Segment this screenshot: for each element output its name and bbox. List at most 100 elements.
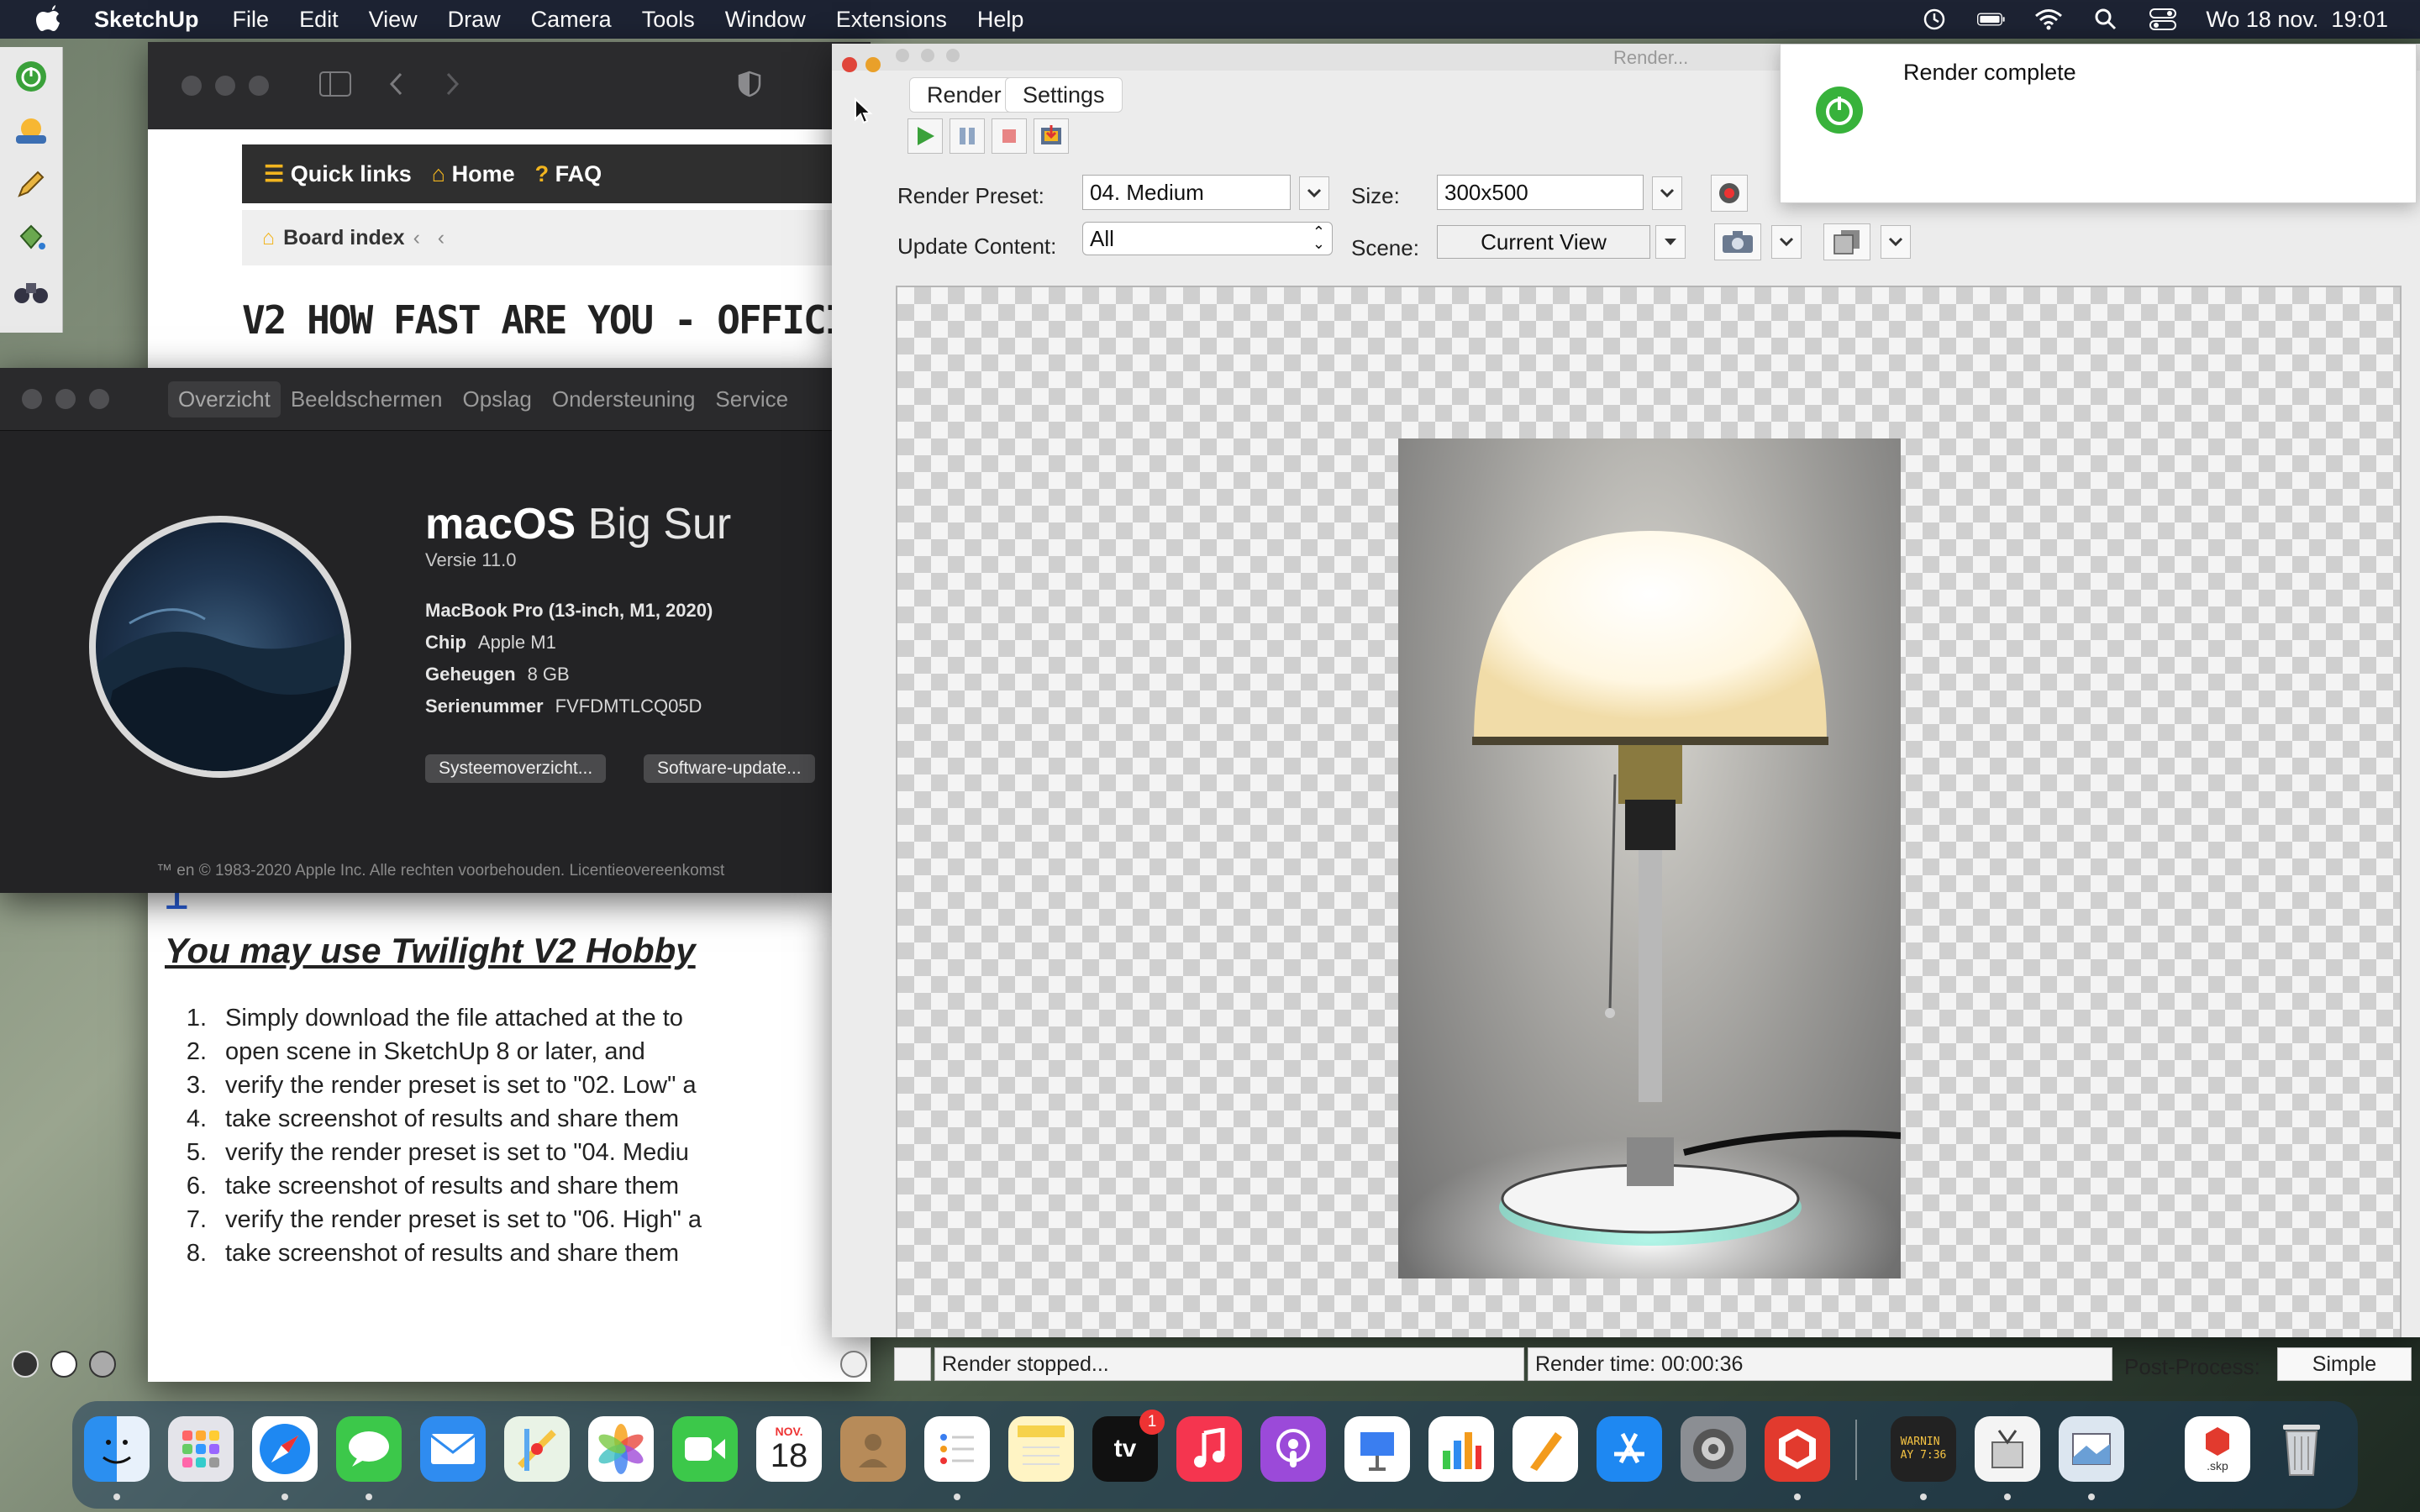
render-close-button[interactable]: [842, 57, 857, 72]
notes-icon[interactable]: [1008, 1416, 1074, 1482]
app-store-icon[interactable]: [1597, 1416, 1662, 1482]
console-icon[interactable]: WARNIN AY 7:36: [1891, 1416, 1956, 1482]
back-arrow-icon[interactable]: [388, 71, 405, 101]
music-icon[interactable]: [1176, 1416, 1242, 1482]
menubar-clock[interactable]: Wo 18 nov. 19:01: [2206, 7, 2388, 33]
camera-dropdown[interactable]: [1771, 225, 1802, 259]
sun-settings-icon[interactable]: [8, 108, 54, 153]
render-minimize-button[interactable]: [865, 57, 881, 72]
scene-field[interactable]: Current View: [1437, 225, 1650, 259]
messages-icon[interactable]: [336, 1416, 402, 1482]
photos-icon[interactable]: [588, 1416, 654, 1482]
software-update-button[interactable]: Software-update...: [644, 754, 815, 783]
menu-extensions[interactable]: Extensions: [836, 7, 947, 33]
tab-ondersteuning[interactable]: Ondersteuning: [542, 381, 706, 417]
finder-icon[interactable]: [84, 1416, 150, 1482]
render-region-icon[interactable]: [1711, 175, 1748, 212]
system-report-button[interactable]: Systeemoverzicht...: [425, 754, 607, 783]
inner-close-button[interactable]: [896, 49, 909, 62]
privacy-shield-icon[interactable]: [738, 71, 761, 102]
user-account-icon[interactable]: [89, 1351, 116, 1378]
copy-view-dropdown[interactable]: [1881, 225, 1911, 259]
render-preset-dropdown[interactable]: [1299, 176, 1329, 210]
menu-app-name[interactable]: SketchUp: [94, 7, 199, 33]
post-process-select[interactable]: Simple: [2277, 1347, 2412, 1381]
launchpad-icon[interactable]: [168, 1416, 234, 1482]
faq-link[interactable]: ? FAQ: [535, 161, 602, 187]
browser-close-button[interactable]: [182, 76, 202, 96]
forward-arrow-icon[interactable]: [444, 71, 460, 101]
about-close-button[interactable]: [22, 389, 42, 409]
play-render-button[interactable]: [908, 118, 943, 154]
pencil-edit-icon[interactable]: [8, 161, 54, 207]
camera-icon[interactable]: [1714, 223, 1761, 260]
menu-window[interactable]: Window: [725, 7, 806, 33]
battery-icon[interactable]: [1977, 7, 2006, 32]
menu-file[interactable]: File: [233, 7, 270, 33]
about-zoom-button[interactable]: [89, 389, 109, 409]
skp-file-icon[interactable]: .skp: [2185, 1416, 2250, 1482]
quick-links-link[interactable]: ☰ Quick links: [264, 161, 412, 187]
credits-icon[interactable]: [50, 1351, 77, 1378]
reminders-icon[interactable]: [924, 1416, 990, 1482]
pause-render-button[interactable]: [950, 118, 985, 154]
system-preferences-icon[interactable]: [1681, 1416, 1746, 1482]
numbers-icon[interactable]: [1428, 1416, 1494, 1482]
calendar-icon[interactable]: NOV. 18: [756, 1416, 822, 1482]
safari-icon[interactable]: [252, 1416, 318, 1482]
home-link[interactable]: ⌂ Home: [432, 161, 515, 187]
render-preset-field[interactable]: 04. Medium: [1082, 175, 1291, 210]
mail-icon[interactable]: [420, 1416, 486, 1482]
wifi-icon[interactable]: [2034, 7, 2063, 32]
status-help-icon[interactable]: [840, 1351, 867, 1378]
tab-service[interactable]: Service: [705, 381, 798, 417]
inner-minimize-button[interactable]: [921, 49, 934, 62]
about-minimize-button[interactable]: [55, 389, 76, 409]
pages-icon[interactable]: [1512, 1416, 1578, 1482]
tab-overzicht[interactable]: Overzicht: [168, 381, 281, 417]
scene-dropdown[interactable]: [1655, 225, 1686, 259]
browser-minimize-button[interactable]: [215, 76, 235, 96]
archive-utility-icon[interactable]: [1975, 1416, 2040, 1482]
apple-icon[interactable]: [34, 5, 62, 34]
preview-icon[interactable]: [2059, 1416, 2124, 1482]
browser-zoom-button[interactable]: [249, 76, 269, 96]
status-checkbox[interactable]: [894, 1347, 931, 1381]
render-viewport[interactable]: [896, 286, 2402, 1337]
keynote-icon[interactable]: [1344, 1416, 1410, 1482]
size-dropdown[interactable]: [1652, 176, 1682, 210]
contacts-icon[interactable]: [840, 1416, 906, 1482]
inner-zoom-button[interactable]: [946, 49, 960, 62]
tab-beeldschermen[interactable]: Beeldschermen: [281, 381, 453, 417]
apple-tv-icon[interactable]: tv 1: [1092, 1410, 1165, 1482]
binoculars-icon[interactable]: [8, 269, 54, 314]
board-index-link[interactable]: Board index: [283, 226, 404, 250]
paint-bucket-icon[interactable]: [8, 215, 54, 260]
menu-tools[interactable]: Tools: [642, 7, 695, 33]
control-center-icon[interactable]: [2149, 7, 2177, 32]
menu-help[interactable]: Help: [977, 7, 1024, 33]
stop-render-button[interactable]: [992, 118, 1027, 154]
menu-draw[interactable]: Draw: [448, 7, 501, 33]
save-image-button[interactable]: [1034, 118, 1069, 154]
tab-opslag[interactable]: Opslag: [452, 381, 541, 417]
copy-view-icon[interactable]: [1823, 223, 1870, 260]
time-machine-icon[interactable]: [1920, 7, 1949, 32]
search-icon[interactable]: [2091, 7, 2120, 32]
menu-camera[interactable]: Camera: [531, 7, 612, 33]
geo-location-icon[interactable]: [12, 1351, 39, 1378]
tab-render[interactable]: Render: [909, 77, 1019, 113]
sketchup-icon[interactable]: [1765, 1416, 1830, 1482]
sidebar-toggle-icon[interactable]: [319, 71, 351, 101]
podcasts-icon[interactable]: [1260, 1416, 1326, 1482]
render-complete-notification[interactable]: Render complete: [1780, 44, 2417, 203]
trash-icon[interactable]: [2269, 1416, 2334, 1482]
size-field[interactable]: 300x500: [1437, 175, 1644, 210]
update-content-select[interactable]: All ⌃ ⌄: [1082, 222, 1333, 255]
twilight-power-icon[interactable]: [8, 54, 54, 99]
maps-icon[interactable]: [504, 1416, 570, 1482]
facetime-icon[interactable]: [672, 1416, 738, 1482]
tab-settings[interactable]: Settings: [1005, 77, 1123, 113]
menu-edit[interactable]: Edit: [299, 7, 339, 33]
menu-view[interactable]: View: [369, 7, 418, 33]
